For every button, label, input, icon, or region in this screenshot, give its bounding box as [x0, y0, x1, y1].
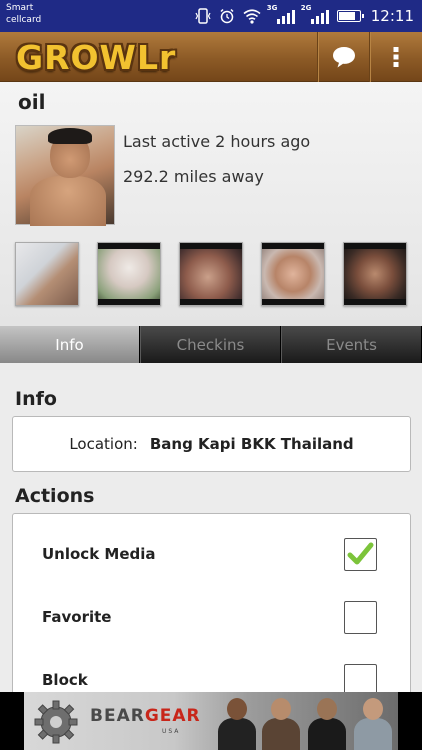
ad-model-photo [260, 694, 302, 750]
battery-icon [336, 10, 364, 22]
action-row-unlock-media[interactable]: Unlock Media [13, 535, 410, 575]
signal-3g-icon: 3G [267, 4, 295, 24]
chat-button[interactable] [318, 32, 370, 82]
photo-thumbnail[interactable] [179, 242, 243, 306]
photo-thumbnail[interactable] [343, 242, 407, 306]
location-value: Bang Kapi BKK Thailand [149, 435, 354, 453]
last-active-text: Last active 2 hours ago [123, 132, 311, 151]
ad-brand-part-1: BEAR [90, 706, 145, 726]
carrier-label: Smart cellcard [6, 2, 41, 26]
overflow-menu-button[interactable] [370, 32, 422, 82]
location-label: Location: [69, 435, 138, 453]
overflow-menu-icon [393, 47, 399, 67]
chat-bubble-icon [333, 47, 355, 68]
photo-thumbnail[interactable] [15, 242, 79, 306]
ad-brand-part-2: GEAR [144, 706, 201, 726]
actions-section-title: Actions [15, 485, 95, 507]
checkmark-icon [347, 542, 374, 565]
ad-brand-sub: USA [162, 728, 181, 735]
profile-header: oil Last active 2 hours ago 292.2 miles … [0, 82, 422, 326]
signal-2g-icon: 2G [301, 4, 329, 24]
tab-events[interactable]: Events [281, 326, 422, 363]
wifi-icon [243, 9, 261, 24]
clock: 12:11 [370, 7, 414, 25]
unlock-media-label: Unlock Media [42, 545, 156, 563]
profile-avatar[interactable] [15, 125, 115, 226]
growlr-logo: GROWLr [16, 38, 177, 77]
network-3g-label: 3G [266, 4, 278, 12]
photo-thumbnail[interactable] [261, 242, 325, 306]
distance-text: 292.2 miles away [123, 167, 264, 186]
ad-brand: BEARGEAR [90, 706, 201, 726]
alarm-icon [220, 8, 234, 24]
ad-banner[interactable]: BEARGEAR USA [0, 692, 422, 750]
profile-tabs: Info Checkins Events [0, 326, 422, 363]
gear-icon [34, 700, 78, 744]
favorite-checkbox[interactable] [344, 601, 377, 634]
ad-banner-image: BEARGEAR USA [24, 692, 398, 750]
tab-checkins[interactable]: Checkins [140, 326, 281, 363]
ad-model-photo [216, 694, 258, 750]
profile-name: oil [18, 90, 46, 114]
carrier-line-2: cellcard [6, 15, 42, 25]
action-row-favorite[interactable]: Favorite [13, 598, 410, 638]
actions-box: Unlock Media Favorite Block [12, 513, 411, 713]
photo-thumbnail[interactable] [97, 242, 161, 306]
location-box: Location: Bang Kapi BKK Thailand [12, 416, 411, 472]
app-bar: GROWLr [0, 32, 422, 82]
info-section-title: Info [15, 388, 57, 410]
vibrate-icon [195, 8, 211, 24]
favorite-label: Favorite [42, 608, 112, 626]
network-2g-label: 2G [300, 4, 312, 12]
ad-model-photo [306, 694, 348, 750]
block-label: Block [42, 671, 88, 689]
carrier-line-1: Smart [6, 3, 34, 13]
tab-info[interactable]: Info [0, 326, 140, 363]
status-bar: Smart cellcard 3G 2G 12:11 [0, 0, 422, 32]
status-icons: 3G 2G 12:11 [195, 4, 414, 26]
ad-model-photo [352, 694, 394, 750]
unlock-media-checkbox[interactable] [344, 538, 377, 571]
